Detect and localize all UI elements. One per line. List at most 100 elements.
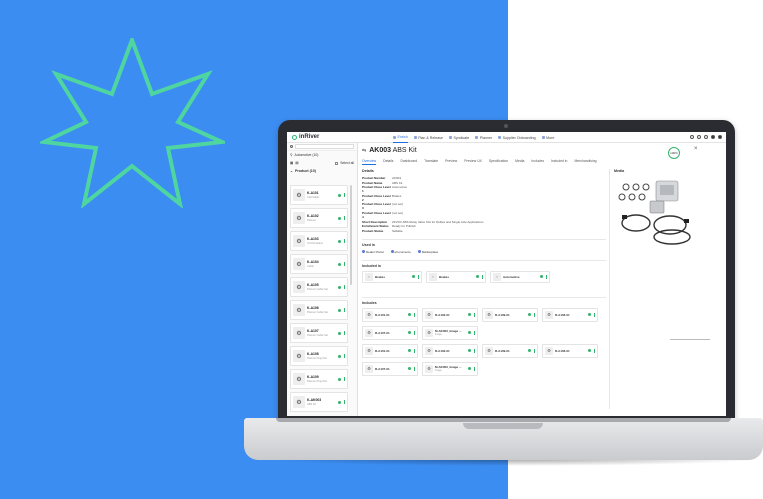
notification-icon[interactable] bbox=[697, 135, 701, 139]
included-in-card[interactable]: ▫ Brakes bbox=[362, 270, 422, 283]
includes-row: ⚙ R-A107-01 ⚙ M-AK003_Image ... Image bbox=[362, 361, 606, 376]
category-thumbnail: ▫ bbox=[493, 272, 501, 281]
tab-6[interactable]: Specification bbox=[489, 159, 508, 165]
list-toolbar: ▦ ▤ Select all bbox=[287, 159, 357, 167]
used-in-title: Used in bbox=[362, 242, 375, 247]
product-thumbnail: ⚙ bbox=[293, 212, 305, 224]
list-view-icon[interactable]: ▤ bbox=[295, 161, 298, 165]
includes-card[interactable]: ⚙ R-A106-01 bbox=[542, 307, 598, 322]
product-thumbnail: ⚙ bbox=[365, 364, 373, 373]
list-item[interactable]: ⚙ K-A109 Planner Plug Kits bbox=[290, 369, 348, 389]
includes-card[interactable]: ⚙ R-A102-01 bbox=[422, 343, 478, 358]
completeness-bar bbox=[414, 330, 415, 335]
nav-item-3[interactable]: Planner bbox=[475, 132, 492, 143]
entity-name: ABS Kit bbox=[392, 147, 417, 154]
completeness-bar bbox=[344, 308, 345, 312]
nav-item-5[interactable]: More bbox=[541, 132, 554, 143]
includes-card[interactable]: ⚙ R-A102-01 bbox=[422, 307, 478, 322]
included-in-card[interactable]: ▫ Brakes bbox=[426, 270, 486, 283]
tab-3[interactable]: Translate bbox=[424, 159, 438, 165]
includes-card-text: R-A109-01 bbox=[495, 349, 526, 353]
included-in-cards: ▫ Brakes ▫ Brakes ▫ Automotive bbox=[362, 270, 606, 283]
status-icon bbox=[528, 349, 531, 353]
completeness-bar bbox=[418, 274, 419, 279]
tab-9[interactable]: Included in bbox=[551, 159, 567, 165]
list-item[interactable]: ⚙ K-A108 Planner Plug Kits bbox=[290, 346, 348, 366]
includes-card[interactable]: ⚙ R-A101-01 bbox=[362, 307, 418, 322]
includes-card[interactable]: ⚙ R-A109-01 bbox=[482, 343, 538, 358]
includes-card[interactable]: ⚙ R-A106-01 bbox=[542, 343, 598, 358]
list-item[interactable]: ⚙ K-A101 Cell Cable bbox=[290, 185, 348, 205]
channel-label: eCommerce bbox=[394, 249, 411, 254]
overview-content: Details Product Number AK003 Product Name A… bbox=[362, 169, 606, 409]
includes-card[interactable]: ⚙ M-AK003_Image ... Image bbox=[422, 361, 478, 376]
nav-item-label: Syndicate bbox=[453, 135, 470, 140]
field-value: Sellable bbox=[392, 228, 403, 233]
completeness-bar bbox=[344, 400, 345, 404]
grid-view-icon[interactable]: ▦ bbox=[290, 161, 293, 165]
includes-card[interactable]: ⚙ R-A101-01 bbox=[362, 343, 418, 358]
includes-card[interactable]: ⚙ R-A107-01 bbox=[362, 325, 418, 340]
user-avatar-icon[interactable] bbox=[718, 135, 722, 139]
includes-card[interactable]: ⚙ R-A107-01 bbox=[362, 361, 418, 376]
search-icon[interactable] bbox=[704, 135, 708, 139]
nav-item-0[interactable]: Enrich bbox=[393, 132, 408, 143]
left-scrollbar[interactable] bbox=[350, 185, 352, 285]
product-thumbnail: ⚙ bbox=[293, 327, 305, 339]
list-item-text: K-A104 Cable bbox=[307, 260, 336, 268]
tab-0[interactable]: Overview bbox=[362, 159, 377, 165]
field-label: Product Name bbox=[362, 180, 383, 185]
product-media-image[interactable] bbox=[616, 179, 696, 249]
status-icon bbox=[338, 239, 341, 243]
list-item-name: K-A104 bbox=[307, 260, 319, 264]
nav-item-1[interactable]: Plan & Release bbox=[413, 132, 443, 143]
list-item[interactable]: ⚙ K-A102 Planner bbox=[290, 208, 348, 228]
app-topbar: inRiver Enrich Plan & Release Syndicate Pla… bbox=[287, 132, 726, 143]
includes-card[interactable]: ⚙ R-A109-01 bbox=[482, 307, 538, 322]
left-search-input[interactable] bbox=[295, 144, 354, 149]
status-icon bbox=[412, 275, 415, 279]
completeness-indicator[interactable]: 100% bbox=[668, 147, 680, 159]
completeness-value: 100% bbox=[670, 151, 678, 155]
list-item[interactable]: ⚙ K-A107 Planner Cable Set bbox=[290, 323, 348, 343]
plan-icon bbox=[413, 136, 417, 139]
completeness-bar bbox=[474, 348, 475, 353]
field-value: 24V/9V ABS Relay Valve Kits for Dollies … bbox=[392, 219, 484, 224]
list-item[interactable]: ⚙ K-A106 Planner Cable Set bbox=[290, 300, 348, 320]
tool-icon[interactable] bbox=[690, 135, 694, 139]
completeness-bar bbox=[594, 348, 595, 353]
tab-8[interactable]: Includes bbox=[531, 159, 544, 165]
settings-icon[interactable] bbox=[711, 135, 715, 139]
nav-item-2[interactable]: Syndicate bbox=[448, 132, 470, 143]
tab-7[interactable]: Media bbox=[515, 159, 524, 165]
product-thumbnail: ⚙ bbox=[293, 373, 305, 385]
field-value: Automotive bbox=[392, 185, 408, 190]
arrow-icon[interactable]: ⇆ bbox=[362, 148, 366, 154]
list-item[interactable]: ⚙ K-AK003 ABS Kit bbox=[290, 392, 348, 412]
channel-chip[interactable]: eCommerce bbox=[390, 249, 411, 254]
channel-label: Dealer Portal bbox=[366, 249, 384, 254]
completeness-bar bbox=[414, 366, 415, 371]
includes-card[interactable]: ⚙ M-AK003_Image ... Image bbox=[422, 325, 478, 340]
tab-4[interactable]: Preview bbox=[445, 159, 457, 165]
tab-10[interactable]: Merchandising bbox=[574, 159, 596, 165]
list-item[interactable]: ⚙ K-A104 Cable bbox=[290, 254, 348, 274]
status-icon bbox=[528, 313, 531, 317]
tab-1[interactable]: Details bbox=[383, 159, 393, 165]
tab-2[interactable]: Dashboard bbox=[401, 159, 418, 165]
nav-item-4[interactable]: Supplier Onboarding bbox=[498, 132, 536, 143]
app-logo[interactable]: inRiver bbox=[292, 134, 319, 140]
close-icon[interactable]: × bbox=[694, 146, 698, 152]
channel-chip[interactable]: Marketplace bbox=[417, 250, 438, 254]
status-icon bbox=[338, 354, 341, 358]
included-in-card[interactable]: ▫ Automotive bbox=[490, 270, 550, 283]
select-all-checkbox[interactable] bbox=[335, 161, 339, 165]
channel-chip[interactable]: Dealer Portal bbox=[362, 250, 384, 254]
product-group-header[interactable]: ⌄ Product (10) bbox=[287, 167, 357, 175]
includes-card-text: R-A106-01 bbox=[555, 349, 586, 353]
list-item[interactable]: ⚙ K-A105 Planner Cable Set bbox=[290, 277, 348, 297]
query-filter[interactable]: ⚲ Automotive (10) bbox=[287, 151, 357, 159]
tab-5[interactable]: Preview UX bbox=[464, 159, 482, 165]
list-item[interactable]: ⚙ K-A103 Xxl Pendulum bbox=[290, 231, 348, 251]
status-icon bbox=[338, 216, 341, 220]
